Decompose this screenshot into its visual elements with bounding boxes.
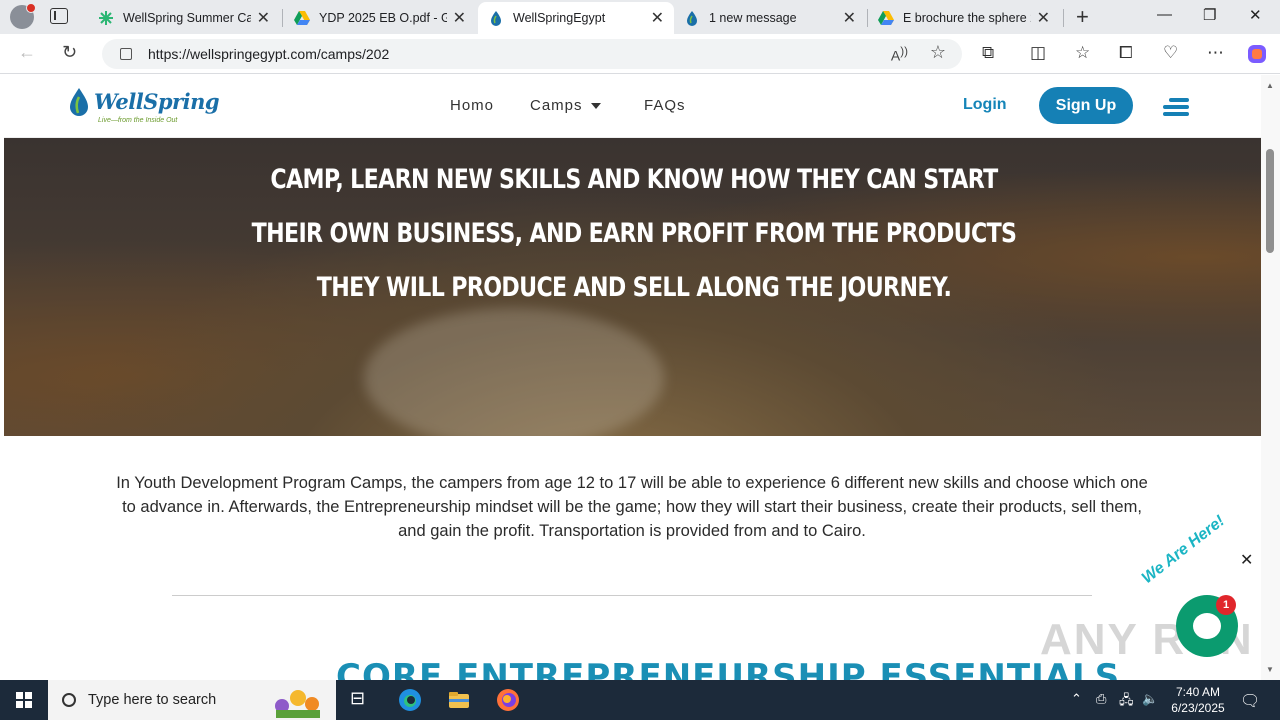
site-header: WellSpring Live—from the Inside Out Homo… [4,75,1261,138]
network-icon[interactable]: 🖧 [1119,691,1134,713]
address-bar-row: ← ↻ https://wellspringegypt.com/camps/20… [0,34,1280,74]
windows-taskbar: Type here to search ⊟ ⌃ ⎙ 🖧 🔈 7:40 AM 6/… [0,680,1280,720]
wellspring-icon [491,11,501,26]
hero-text: CAMP, LEARN NEW SKILLS AND KNOW HOW THEY… [251,164,1017,303]
more-menu-icon[interactable]: ⋯ [1207,43,1224,63]
chevron-down-icon [590,103,601,110]
web-page: WellSpring Live—from the Inside Out Homo… [0,75,1280,680]
widget-close-icon[interactable]: ✕ [1240,550,1253,570]
task-view-icon[interactable]: ⊟ [350,688,374,712]
flowers-decoration-icon [275,690,320,718]
tab-ydp-pdf[interactable]: YDP 2025 EB O.pdf - Goo ✕ [284,2,476,34]
url-text: https://wellspringegypt.com/camps/202 [148,46,390,62]
browser-essentials-icon[interactable]: ♡ [1163,43,1178,63]
copilot-icon[interactable] [1246,43,1268,65]
tab-close-icon[interactable]: ✕ [453,8,466,28]
window-close-icon[interactable]: ✕ [1249,6,1262,24]
tab-separator [282,9,283,27]
tab-close-icon[interactable]: ✕ [843,8,856,28]
section-divider [172,595,1092,596]
program-description: In Youth Development Program Camps, the … [116,474,1148,540]
volume-icon[interactable]: 🔈 [1142,691,1158,707]
clock-time: 7:40 AM [1175,685,1221,699]
lock-icon [120,48,132,60]
hamburger-menu-icon[interactable] [1163,98,1189,116]
tab-title: 1 new message [709,11,797,25]
read-aloud-icon[interactable]: A)) [891,45,908,64]
tab-actions-icon[interactable] [50,8,68,24]
login-link[interactable]: Login [963,96,1007,114]
back-icon[interactable]: ← [18,42,36,63]
asterisk-icon [99,11,113,25]
tray-chevron-icon[interactable]: ⌃ [1071,691,1082,707]
scroll-up-icon[interactable]: ▲ [1266,81,1274,90]
notifications-icon[interactable]: 🗨 [1240,691,1260,711]
favorite-star-icon[interactable]: ☆ [930,42,946,63]
hero-banner: CAMP, LEARN NEW SKILLS AND KNOW HOW THEY… [4,138,1261,436]
taskbar-search-box[interactable]: Type here to search [48,680,336,720]
section-title: CORE ENTREPRENEURSHIP ESSENTIALS [336,657,1121,680]
logo-name: WellSpring [94,89,220,114]
google-drive-icon [878,11,894,25]
restore-icon[interactable]: ❐ [1203,6,1216,24]
chat-bubble-icon [1193,613,1221,639]
tab-close-icon[interactable]: ✕ [257,8,270,28]
refresh-icon[interactable]: ↻ [62,42,77,63]
windows-start-icon[interactable] [16,692,32,708]
tab-separator [1063,9,1064,27]
tab-title: WellSpringEgypt [513,11,606,25]
tab-title: E brochure the sphere 20 [903,11,1031,25]
minimize-icon[interactable]: — [1157,6,1172,23]
new-tab-icon[interactable]: + [1076,4,1089,30]
wellspring-icon [687,11,697,26]
page-scrollbar[interactable]: ▲ ▼ [1261,75,1280,680]
device-icon[interactable]: ⎙ [1096,691,1106,707]
wellspring-logo[interactable]: WellSpring Live—from the Inside Out [66,83,220,129]
edge-browser-icon[interactable] [398,688,422,712]
collections-icon[interactable]: ⧠ [1119,43,1133,63]
firefox-icon[interactable] [496,688,520,712]
file-explorer-icon[interactable] [447,688,471,712]
tab-wellspringegypt[interactable]: WellSpringEgypt ✕ [478,2,674,34]
chat-notification-badge: 1 [1216,595,1236,615]
tab-close-icon[interactable]: ✕ [1037,8,1050,28]
nav-home[interactable]: Homo [450,97,494,114]
split-screen-icon[interactable]: ◫ [1030,43,1046,63]
url-field[interactable]: https://wellspringegypt.com/camps/202 A)… [102,39,962,69]
extensions-icon[interactable]: ⧉ [982,43,994,63]
system-clock[interactable]: 7:40 AM 6/23/2025 [1168,684,1228,716]
clock-date: 6/23/2025 [1171,701,1225,715]
tab-e-brochure[interactable]: E brochure the sphere 20 ✕ [868,2,1060,34]
profile-avatar-icon[interactable] [10,3,36,29]
nav-camps[interactable]: Camps [530,97,601,114]
nav-faqs[interactable]: FAQs [644,97,686,114]
search-icon [62,693,76,707]
water-drop-icon [70,88,88,116]
scrollbar-thumb[interactable] [1266,149,1274,253]
tab-title: WellSpring Summer Camp [123,11,251,25]
search-placeholder: Type here to search [88,692,217,708]
tab-strip: WellSpring Summer Camp ✕ YDP 2025 EB O.p… [0,0,1280,34]
scroll-down-icon[interactable]: ▼ [1266,665,1274,674]
tab-close-icon[interactable]: ✕ [651,8,664,28]
tab-title: YDP 2025 EB O.pdf - Goo [319,11,447,25]
tab-new-message[interactable]: 1 new message ✕ [674,2,866,34]
nav-camps-label: Camps [530,97,583,114]
tab-wellspring-summer-camp[interactable]: WellSpring Summer Camp ✕ [88,2,280,34]
signup-button[interactable]: Sign Up [1039,87,1133,124]
favorites-icon[interactable]: ☆ [1075,43,1090,63]
google-drive-icon [294,11,310,25]
logo-tagline: Live—from the Inside Out [98,117,178,124]
